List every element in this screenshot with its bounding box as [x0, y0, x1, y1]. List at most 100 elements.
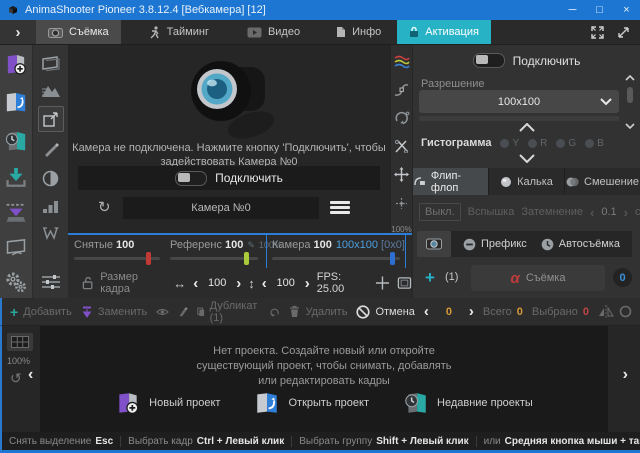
- captured-slider[interactable]: [74, 257, 160, 260]
- autoshoot-tab[interactable]: Автосъёмка: [541, 238, 620, 251]
- frames-grid-toggle[interactable]: [7, 333, 33, 351]
- shoot-button[interactable]: α Съёмка: [471, 265, 605, 291]
- refresh-cameras-icon[interactable]: ↻: [98, 198, 111, 216]
- flipflop-off-button[interactable]: Выкл.: [419, 203, 461, 221]
- camera-slider-handle[interactable]: [390, 252, 395, 265]
- frame-size-label: Размер кадра: [100, 271, 166, 295]
- duplicate-button[interactable]: Дубликат (1): [197, 300, 261, 324]
- radio-b[interactable]: [585, 139, 594, 148]
- crosshair-icon[interactable]: [375, 275, 390, 291]
- adjustments-sliders-icon[interactable]: [41, 274, 61, 290]
- tab-info[interactable]: Инфо: [324, 20, 393, 44]
- selection-frame-icon[interactable]: [397, 276, 412, 290]
- channel-y[interactable]: Y: [500, 138, 519, 149]
- tab-kalka[interactable]: Калька: [489, 168, 565, 195]
- minimize-button[interactable]: ─: [559, 0, 586, 20]
- sidebar-expand-button[interactable]: ›: [0, 20, 36, 44]
- contrast-icon[interactable]: [42, 170, 59, 187]
- import-frames-icon[interactable]: [4, 167, 28, 188]
- frame-view-icon[interactable]: [41, 55, 61, 71]
- timeline-scroll-left[interactable]: ‹: [28, 366, 33, 384]
- collapse-down-button[interactable]: [413, 154, 640, 163]
- camera-slider-group[interactable]: Камера100100x100[0x0]: [266, 233, 406, 269]
- captured-slider-handle[interactable]: [146, 252, 151, 265]
- crop-tool-icon[interactable]: [394, 139, 409, 153]
- tab-timing[interactable]: Тайминг: [137, 20, 221, 44]
- rotate-ccw-icon[interactable]: [269, 306, 280, 318]
- capture-camera-tab[interactable]: [417, 231, 451, 257]
- rotate-tool-icon[interactable]: [394, 111, 410, 125]
- captured-slider-group: Снятые100: [74, 239, 160, 260]
- camera-slider[interactable]: [272, 257, 400, 260]
- resolution-select[interactable]: 100x100: [419, 90, 619, 113]
- resize-tool-selected[interactable]: [38, 106, 64, 132]
- move-tool-icon[interactable]: [394, 167, 409, 182]
- reference-slider[interactable]: [170, 257, 258, 260]
- histogram-icon[interactable]: [41, 83, 61, 98]
- scrollbar-thumb[interactable]: [627, 87, 633, 103]
- interval-decrease[interactable]: ‹: [590, 205, 594, 220]
- pen-tool-icon[interactable]: [42, 140, 60, 158]
- add-label: Добавить: [23, 306, 72, 318]
- channel-g[interactable]: G: [556, 138, 576, 149]
- shoot-logo-icon: α: [511, 271, 520, 286]
- flash-label[interactable]: Вспышка: [468, 206, 515, 218]
- reference-slider-handle[interactable]: [244, 252, 249, 265]
- add-button[interactable]: + Добавить: [10, 304, 72, 320]
- nudge-tool-icon[interactable]: [394, 196, 409, 211]
- settings-gears-icon[interactable]: [3, 270, 29, 294]
- cancel-button[interactable]: Отмена: [356, 305, 414, 319]
- tab-activation[interactable]: Активация: [397, 20, 491, 44]
- camera-menu-button[interactable]: [330, 201, 350, 216]
- new-project-icon[interactable]: [3, 52, 29, 76]
- channel-b[interactable]: B: [585, 138, 604, 149]
- tab-flipflop[interactable]: Флип-флоп: [413, 168, 489, 195]
- resize-window-button[interactable]: [610, 20, 636, 44]
- visibility-eye-icon[interactable]: [156, 307, 169, 317]
- mirror-icon[interactable]: [598, 305, 614, 318]
- width-decrease-button[interactable]: ‹: [193, 276, 198, 291]
- height-increase-button[interactable]: ›: [305, 276, 310, 291]
- close-button[interactable]: ×: [613, 0, 640, 20]
- curve-tool-icon[interactable]: [394, 83, 409, 97]
- radio-g[interactable]: [556, 139, 565, 148]
- radio-y[interactable]: [500, 139, 509, 148]
- right-connect-toggle[interactable]: [473, 53, 505, 68]
- paint-brush-icon[interactable]: [178, 305, 188, 318]
- add-frame-plus-button[interactable]: +: [425, 268, 435, 288]
- width-increase-button[interactable]: ›: [236, 276, 241, 291]
- collapse-up-button[interactable]: [413, 123, 640, 132]
- timeline-refresh-icon[interactable]: ↺: [10, 370, 22, 387]
- delete-button[interactable]: Удалить: [289, 305, 347, 318]
- loop-icon[interactable]: [619, 305, 632, 318]
- connect-toggle[interactable]: [175, 171, 207, 186]
- radio-r[interactable]: [528, 139, 537, 148]
- export-frames-icon[interactable]: [4, 202, 28, 223]
- tab-video[interactable]: Видео: [235, 20, 312, 44]
- onion-skin-icon[interactable]: [42, 226, 59, 240]
- tab-blend[interactable]: Смешение: [565, 168, 640, 195]
- replace-button[interactable]: Заменить: [81, 306, 147, 318]
- rgb-curves-icon[interactable]: [394, 55, 410, 69]
- display-icon[interactable]: [4, 237, 28, 256]
- prefix-tab[interactable]: Префикс: [463, 238, 527, 251]
- open-project-button[interactable]: Открыть проект: [254, 390, 369, 416]
- recent-projects-button[interactable]: Недавние проекты: [403, 390, 533, 416]
- tab-shoot[interactable]: Съёмка: [36, 20, 121, 44]
- maximize-button[interactable]: □: [586, 0, 613, 20]
- timeline-scroll-right[interactable]: ›: [623, 366, 628, 384]
- fullscreen-button[interactable]: [584, 20, 610, 44]
- scroll-up-icon[interactable]: [625, 75, 635, 81]
- height-decrease-button[interactable]: ‹: [262, 276, 267, 291]
- recent-projects-icon[interactable]: [3, 129, 29, 153]
- camera-select[interactable]: Камера №0: [123, 197, 319, 219]
- open-project-icon[interactable]: [3, 90, 29, 114]
- levels-icon[interactable]: [42, 199, 59, 214]
- channel-r[interactable]: R: [528, 138, 547, 149]
- new-project-button[interactable]: Новый проект: [115, 390, 220, 416]
- fade-label[interactable]: Затемнение: [521, 206, 583, 218]
- unlock-icon[interactable]: [82, 276, 93, 290]
- frame-prev-button[interactable]: ‹: [424, 304, 429, 319]
- interval-increase[interactable]: ›: [624, 205, 628, 220]
- frame-next-button[interactable]: ›: [469, 304, 474, 319]
